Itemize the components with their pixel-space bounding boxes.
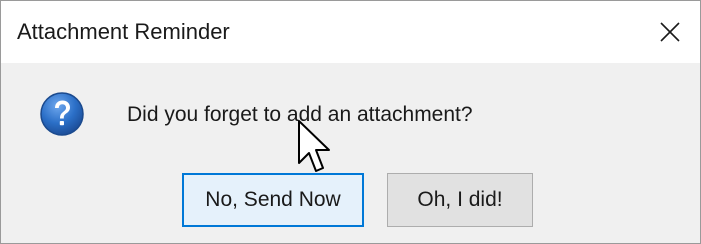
oh-i-did-button[interactable]: Oh, I did!	[387, 173, 533, 227]
dialog-message: Did you forget to add an attachment?	[127, 103, 473, 126]
no-send-now-button[interactable]: No, Send Now	[182, 173, 364, 227]
question-icon	[40, 92, 84, 136]
attachment-reminder-dialog: Attachment Reminder Did you forget to ad…	[0, 0, 701, 244]
window-title: Attachment Reminder	[17, 19, 230, 44]
title-bar: Attachment Reminder	[1, 1, 700, 63]
dialog-body: Did you forget to add an attachment? No,…	[1, 63, 700, 243]
close-icon	[660, 22, 680, 42]
close-button[interactable]	[640, 1, 700, 63]
